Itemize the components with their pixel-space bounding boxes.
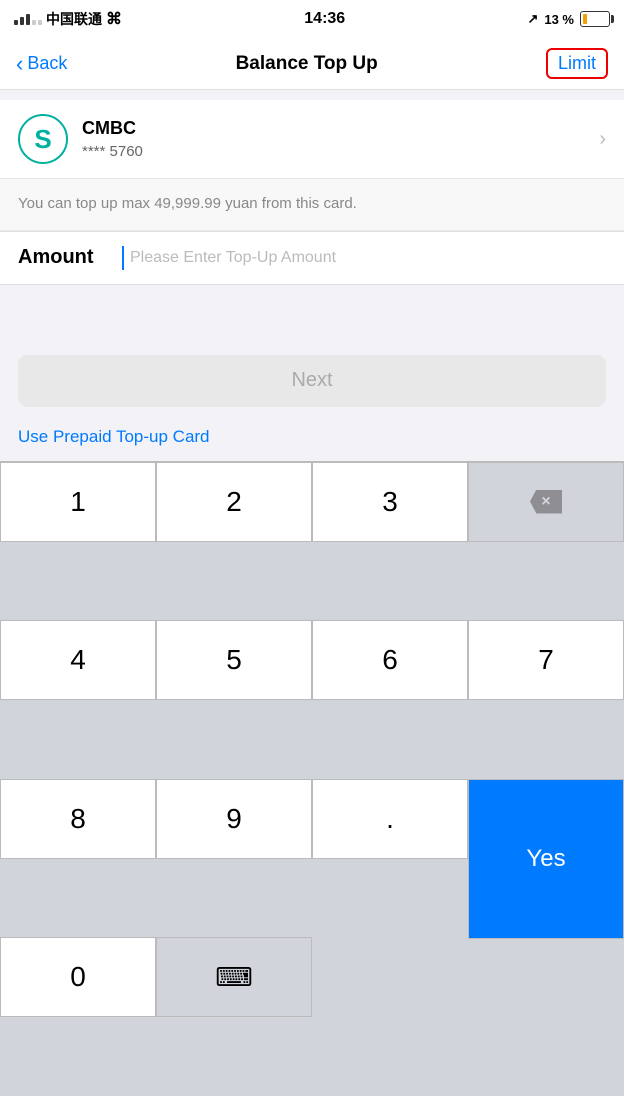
key-0[interactable]: 0 [0,937,156,1017]
battery-percent: 13 % [544,12,574,27]
key-3[interactable]: 3 [312,462,468,542]
back-chevron-icon: ‹ [16,51,23,77]
carrier-label: 中国联通 [46,9,102,29]
next-button[interactable]: Next [18,355,606,407]
bank-name: CMBC [82,118,143,139]
card-left: S CMBC **** 5760 [18,114,143,164]
key-dot[interactable]: . [312,779,468,859]
card-number: **** 5760 [82,143,143,160]
bank-logo: S [18,114,68,164]
amount-placeholder: Please Enter Top-Up Amount [130,249,336,267]
keyboard-toggle-key[interactable]: ⌨ [156,937,312,1017]
status-left: 中国联通 ⌘ [14,9,122,29]
status-bar: 中国联通 ⌘ 14:36 ↗ 13 % [0,0,624,38]
key-2[interactable]: 2 [156,462,312,542]
numpad: 1 2 3 4 5 6 Yes 7 8 9 . 0 ⌨ [0,461,624,1096]
prepaid-link-container: Use Prepaid Top-up Card [0,421,624,461]
nav-bar: ‹ Back Balance Top Up Limit [0,38,624,90]
text-cursor [122,246,124,270]
info-box: You can top up max 49,999.99 yuan from t… [0,178,624,231]
limit-button[interactable]: Limit [546,48,608,79]
key-4[interactable]: 4 [0,620,156,700]
card-info: CMBC **** 5760 [82,118,143,160]
key-8[interactable]: 8 [0,779,156,859]
key-5[interactable]: 5 [156,620,312,700]
card-section[interactable]: S CMBC **** 5760 › [0,100,624,178]
amount-input-area[interactable]: Please Enter Top-Up Amount [122,246,606,270]
signal-icon [14,14,42,25]
amount-row: Amount Please Enter Top-Up Amount [0,231,624,285]
yes-button[interactable]: Yes [468,779,624,939]
back-label: Back [27,53,67,74]
spacer [0,285,624,345]
keyboard-icon: ⌨ [215,962,253,993]
status-right: ↗ 13 % [527,11,610,27]
key-1[interactable]: 1 [0,462,156,542]
status-time: 14:36 [304,10,345,28]
amount-label: Amount [18,246,108,269]
key-7[interactable]: 7 [468,620,624,700]
info-text: You can top up max 49,999.99 yuan from t… [18,193,606,216]
key-9[interactable]: 9 [156,779,312,859]
location-icon: ↗ [527,11,538,27]
delete-key[interactable] [468,462,624,542]
back-button[interactable]: ‹ Back [16,51,67,77]
battery-icon [580,11,610,27]
prepaid-link[interactable]: Use Prepaid Top-up Card [18,427,210,446]
next-btn-container: Next [0,345,624,421]
backspace-icon [530,490,562,514]
wifi-icon: ⌘ [106,9,122,29]
page-title: Balance Top Up [236,53,378,75]
key-6[interactable]: 6 [312,620,468,700]
card-chevron-icon: › [599,128,606,151]
